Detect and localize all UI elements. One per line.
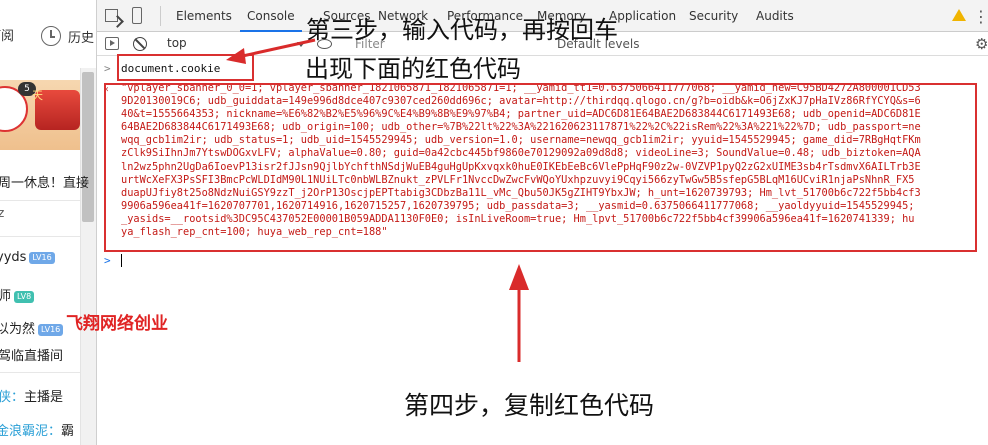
divider [0, 200, 80, 201]
page-scrollbar-thumb[interactable] [82, 72, 94, 222]
chat-user-row: yydsLV16 [0, 250, 55, 265]
chat-text: 霸 [61, 424, 75, 439]
watermark-text: 飞翔网络创业 [66, 314, 168, 334]
gear-icon[interactable]: ⚙ [975, 35, 988, 53]
tab-elements[interactable]: Elements [176, 0, 232, 32]
page-top-nav: 订阅 历史 [0, 0, 96, 68]
web-page-left-strip: 订阅 历史 5 天 周一休息！直接 z yydsLV16 师LV8 以为然LV1… [0, 0, 97, 445]
level-badge: LV16 [38, 323, 64, 336]
chat-user-name[interactable]: 侠： [0, 390, 24, 405]
step3-caption-line2: 出现下面的红色代码 [305, 55, 521, 83]
tab-letter[interactable]: z [0, 206, 4, 220]
chat-user-row: 师LV8 [0, 285, 35, 304]
screenshot-root: 订阅 历史 5 天 周一休息！直接 z yydsLV16 师LV8 以为然LV1… [0, 0, 988, 445]
divider [0, 372, 80, 373]
promo-banner[interactable]: 5 天 [0, 80, 80, 150]
tab-console[interactable]: Console [247, 0, 295, 32]
prompt-chevron-icon: > [104, 254, 111, 267]
level-badge: LV8 [14, 290, 35, 303]
sidebar-toggle-icon[interactable] [105, 37, 119, 50]
warning-icon[interactable] [952, 9, 966, 21]
badge-day: 天 [32, 89, 43, 102]
level-badge: LV16 [29, 251, 55, 264]
tab-audits[interactable]: Audits [756, 0, 794, 32]
tab-application[interactable]: Application [609, 0, 676, 32]
chat-user-name[interactable]: 金浪霸泥： [0, 424, 61, 439]
inspect-element-icon[interactable] [105, 9, 118, 22]
divider [0, 236, 80, 237]
chat-user-name[interactable]: 师 [0, 289, 11, 304]
chat-text: 主播是 [24, 390, 64, 405]
device-toggle-icon[interactable] [132, 7, 142, 24]
chat-message: 侠：主播是 [0, 386, 63, 405]
divider [160, 6, 161, 26]
arrow-icon [509, 264, 529, 362]
step3-caption-line1: 第三步，输入代码，再按回车 [306, 16, 618, 44]
close-icon[interactable]: ⋮ [973, 7, 988, 26]
context-selector[interactable]: top [167, 36, 187, 50]
output-highlight-box [104, 83, 977, 252]
step4-caption: 第四步，复制红色代码 [404, 391, 655, 420]
history-link[interactable]: 历史 [68, 27, 94, 46]
chat-message: 金浪霸泥：霸 [0, 420, 74, 439]
chat-user-name[interactable]: yyds [0, 250, 26, 265]
subscribe-link[interactable]: 订阅 [0, 25, 14, 44]
chat-user-name[interactable]: 以为然 [0, 322, 35, 337]
arrow-icon [226, 38, 316, 64]
tab-security[interactable]: Security [689, 0, 738, 32]
prompt-chevron-icon: > [104, 62, 111, 75]
clock-icon [41, 26, 61, 46]
rest-notice: 周一休息！直接 [0, 176, 90, 191]
live-entry-text: 驾临直播间 [0, 349, 64, 364]
chat-user-row: 以为然LV16 [0, 318, 64, 337]
clear-console-icon[interactable] [133, 37, 147, 51]
text-cursor [121, 254, 122, 267]
